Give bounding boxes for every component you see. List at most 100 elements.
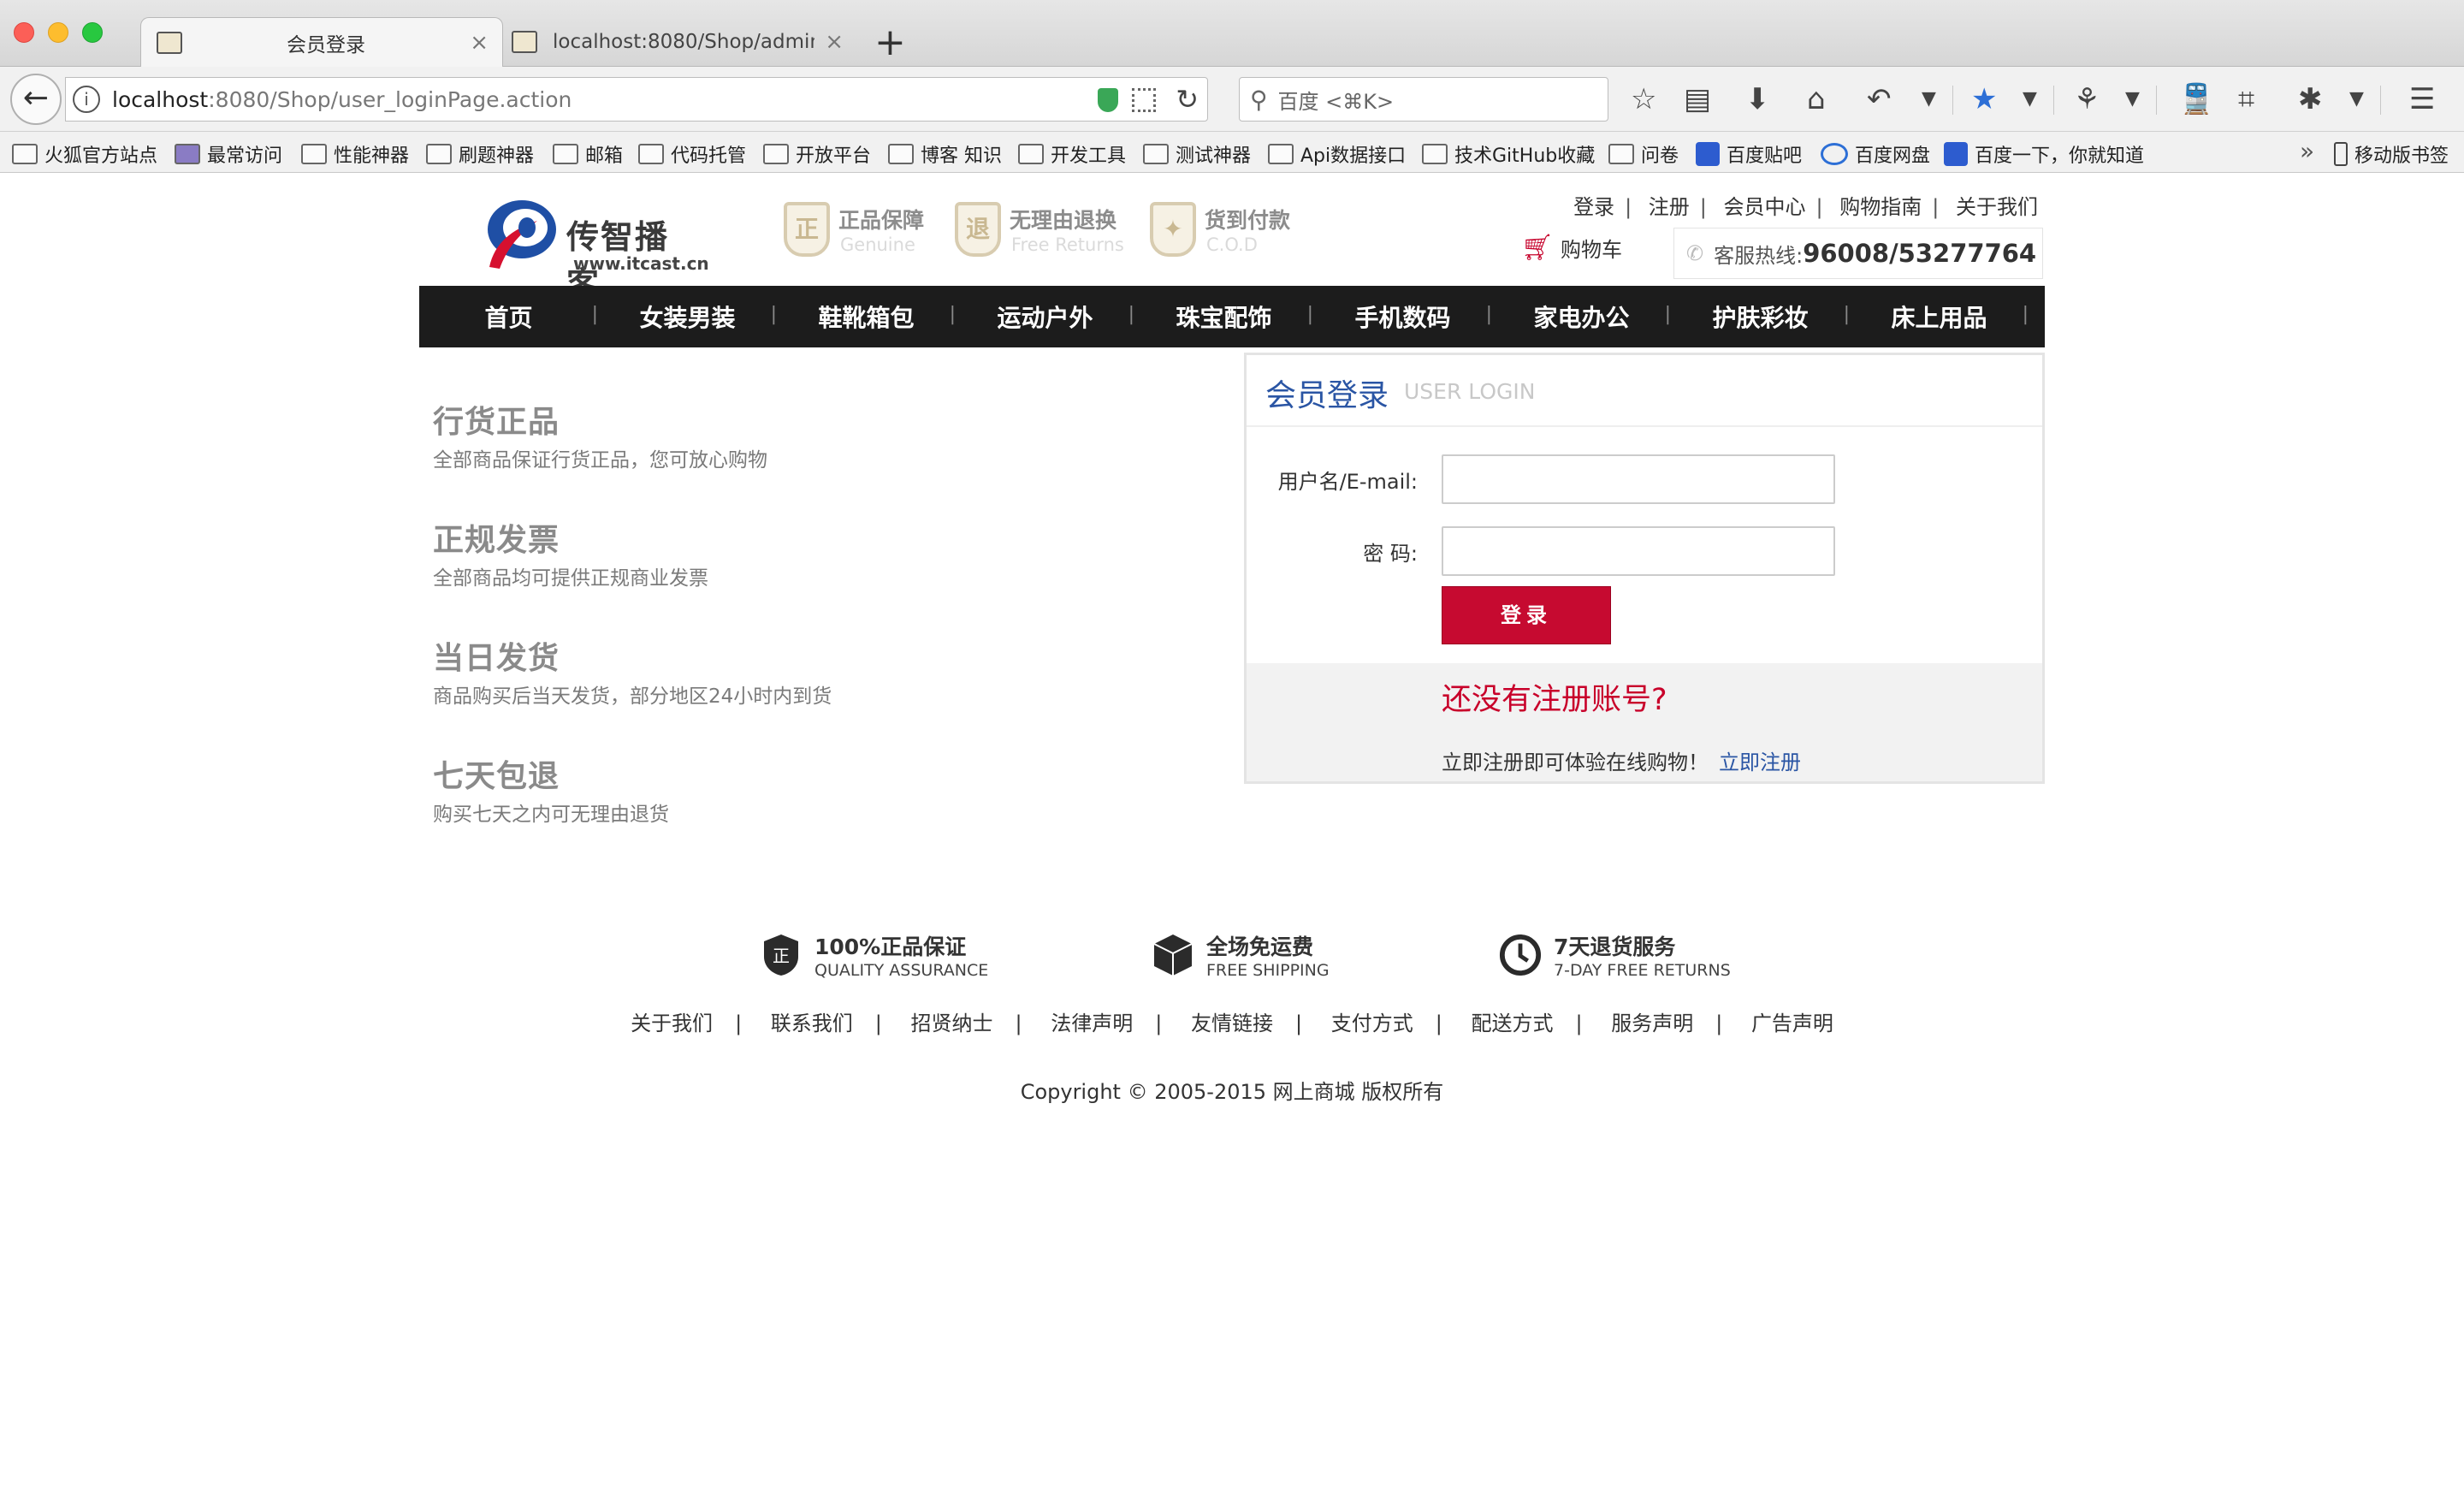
site-logo[interactable]: 传智播客 www.itcast.cn <box>477 192 709 303</box>
bookmark-item[interactable]: 开发工具 <box>1018 140 1126 168</box>
footer-link[interactable]: 关于我们 <box>631 1012 713 1035</box>
username-input[interactable] <box>1442 454 1835 504</box>
bookmarks-bar: 火狐官方站点 最常访问 性能神器 刷题神器 邮箱 代码托管 开放平台 博客 知识… <box>0 132 2464 173</box>
genuine-badge-icon: 正 <box>784 202 830 257</box>
footer-link[interactable]: 服务声明 <box>1611 1012 1693 1035</box>
qr-code-icon[interactable] <box>1132 88 1156 112</box>
bookmark-item[interactable]: 代码托管 <box>638 140 746 168</box>
menu-item-apparel[interactable]: 女装男装 <box>598 300 777 334</box>
svg-text:正: 正 <box>773 946 790 966</box>
bookmark-item[interactable]: 博客 知识 <box>888 140 1002 168</box>
bookmark-item[interactable]: 邮箱 <box>553 140 623 168</box>
home-icon[interactable]: ⌂ <box>1807 82 1826 116</box>
service-quality: 正 100%正品保证 QUALITY ASSURANCE <box>760 928 988 982</box>
url-text[interactable]: localhost:8080/Shop/user_loginPage.actio… <box>112 87 572 112</box>
back-button[interactable]: ← <box>10 74 62 125</box>
register-link[interactable]: 注册 <box>1649 195 1690 219</box>
bookmark-item[interactable]: Api数据接口 <box>1268 140 1406 168</box>
menu-item-cosmetics[interactable]: 护肤彩妆 <box>1671 300 1850 334</box>
cart-link[interactable]: 🛒︎ 购物车 <box>1521 233 1622 263</box>
download-icon[interactable]: ⬇ <box>1745 82 1770 116</box>
menu-item-sports[interactable]: 运动户外 <box>956 300 1134 334</box>
login-button[interactable]: 登录 <box>1442 586 1611 644</box>
menu-item-jewelry[interactable]: 珠宝配饰 <box>1134 300 1313 334</box>
menu-item-appliances[interactable]: 家电办公 <box>1492 300 1671 334</box>
promise-subtitle: Genuine <box>840 234 915 255</box>
shopping-guide-link[interactable]: 购物指南 <box>1839 195 1922 219</box>
crop-icon[interactable]: ⌗ <box>2238 82 2254 116</box>
hamburger-menu-icon[interactable]: ☰ <box>2409 82 2435 116</box>
about-us-link[interactable]: 关于我们 <box>1956 195 2038 219</box>
zoom-window-button[interactable] <box>82 22 103 43</box>
tab-member-login[interactable]: 会员登录 × <box>140 17 503 67</box>
feature-desc: 全部商品保证行货正品，您可放心购物 <box>433 449 767 472</box>
close-window-button[interactable] <box>14 22 34 43</box>
site-info-icon[interactable]: i <box>73 86 100 113</box>
bookmark-item[interactable]: 百度一下，你就知道 <box>1944 140 2144 168</box>
promise-title: 货到付款 <box>1205 208 1291 233</box>
bookmark-item[interactable]: 最常访问 <box>175 140 282 168</box>
chevron-down-icon[interactable]: ▼ <box>2023 82 2037 116</box>
address-bar[interactable]: i localhost:8080/Shop/user_loginPage.act… <box>65 77 1208 122</box>
promise-title: 无理由退换 <box>1010 208 1117 233</box>
footer-link[interactable]: 配送方式 <box>1471 1012 1553 1035</box>
footer-link[interactable]: 友情链接 <box>1191 1012 1273 1035</box>
footer-link[interactable]: 联系我们 <box>771 1012 853 1035</box>
bookmark-item[interactable]: 开放平台 <box>763 140 871 168</box>
minimize-window-button[interactable] <box>48 22 68 43</box>
chevron-down-icon[interactable]: ▼ <box>1922 82 1936 116</box>
phone-icon: ✆ <box>1686 241 1704 265</box>
extension-star-icon[interactable]: ★ <box>1971 82 1997 116</box>
password-input[interactable] <box>1442 526 1835 576</box>
close-tab-icon[interactable]: × <box>825 29 844 55</box>
shield-icon[interactable] <box>1098 88 1118 112</box>
bookmark-star-icon[interactable]: ☆ <box>1631 82 1656 116</box>
bookmark-item[interactable]: 问卷 <box>1608 140 1679 168</box>
footer-link[interactable]: 广告声明 <box>1751 1012 1833 1035</box>
bookmark-item[interactable]: 测试神器 <box>1143 140 1251 168</box>
chevron-down-icon[interactable]: ▼ <box>2349 82 2364 116</box>
member-center-link[interactable]: 会员中心 <box>1724 195 1806 219</box>
new-tab-button[interactable]: + <box>874 19 906 67</box>
train-icon[interactable]: 🚆 <box>2178 82 2214 116</box>
tab-admin[interactable]: localhost:8080/Shop/admin/i × <box>505 17 857 67</box>
bug-icon[interactable]: ✱ <box>2298 82 2323 116</box>
top-links: 登录 | 注册 | 会员中心 | 购物指南 | 关于我们 <box>1573 195 2038 219</box>
bookmark-item[interactable]: 性能神器 <box>301 140 409 168</box>
reading-list-icon[interactable]: ▤ <box>1684 82 1711 116</box>
page-favicon-icon <box>512 31 537 53</box>
username-label: 用户名/E-mail: <box>1277 470 1418 494</box>
chevron-down-icon[interactable]: ▼ <box>2125 82 2140 116</box>
toolbar-separator <box>2380 86 2381 115</box>
logo-emblem-icon <box>488 200 556 269</box>
menu-item-digital[interactable]: 手机数码 <box>1313 300 1492 334</box>
menu-item-bedding[interactable]: 床上用品 <box>1850 300 2029 334</box>
gift-badge-icon: ✦ <box>1150 202 1196 257</box>
service-subtitle: FREE SHIPPING <box>1206 961 1330 980</box>
promise-returns: 退 无理由退换 Free Returns <box>955 199 1134 264</box>
chevron-double-right-icon[interactable]: » <box>2300 137 2314 165</box>
login-link[interactable]: 登录 <box>1573 195 1614 219</box>
register-now-link[interactable]: 立即注册 <box>1719 750 1801 774</box>
bookmark-item[interactable]: 百度贴吧 <box>1696 140 1802 168</box>
undo-icon[interactable]: ↶ <box>1867 82 1892 116</box>
folder-icon <box>1422 144 1448 164</box>
close-tab-icon[interactable]: × <box>470 30 489 56</box>
reload-icon[interactable]: ↻ <box>1176 83 1199 116</box>
bookmark-item[interactable]: 刷题神器 <box>426 140 534 168</box>
footer-link[interactable]: 招贤纳士 <box>911 1012 993 1035</box>
menu-item-shoes-bags[interactable]: 鞋靴箱包 <box>777 300 956 334</box>
extension-icon[interactable]: ⚘ <box>2074 82 2100 116</box>
footer-link[interactable]: 法律声明 <box>1051 1012 1133 1035</box>
feature-desc: 购买七天之内可无理由退货 <box>433 804 669 826</box>
bookmark-item[interactable]: 火狐官方站点 <box>12 140 157 168</box>
phone-icon <box>2334 142 2348 166</box>
bookmark-item[interactable]: 技术GitHub收藏 <box>1422 140 1595 168</box>
menu-item-home[interactable]: 首页 <box>419 300 598 334</box>
bookmark-item[interactable]: 百度网盘 <box>1821 140 1930 168</box>
search-icon: ⚲ <box>1250 85 1268 114</box>
mobile-bookmarks[interactable]: 移动版书签 <box>2334 140 2449 168</box>
service-shipping: 全场免运费 FREE SHIPPING <box>1152 928 1330 982</box>
search-bar[interactable]: ⚲ 百度 <⌘K> <box>1239 77 1608 122</box>
footer-link[interactable]: 支付方式 <box>1331 1012 1413 1035</box>
